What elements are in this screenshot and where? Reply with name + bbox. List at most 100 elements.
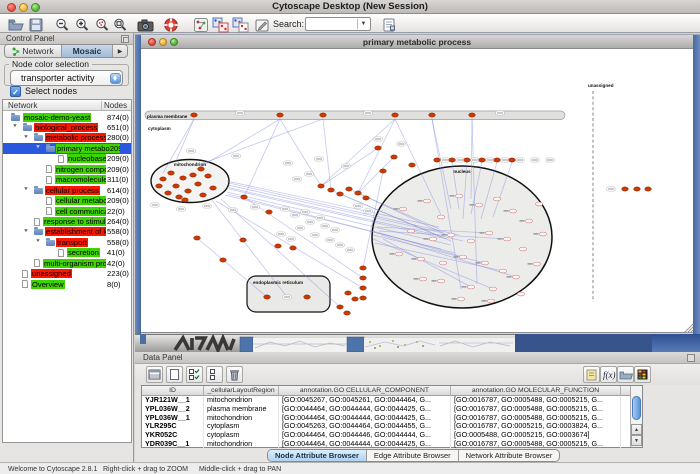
table-scrollbar-thumb[interactable] (632, 396, 641, 420)
file-icon (46, 197, 52, 205)
network-minimize-button[interactable] (159, 38, 167, 46)
help-button[interactable] (161, 15, 181, 35)
tree-col-network: Network (8, 100, 37, 111)
tree-row-label: unassigned (31, 269, 72, 278)
browser-tab-edge[interactable]: Edge Attribute Browser (367, 450, 459, 461)
table-cell: mitochondrion (204, 440, 279, 449)
table-cell: YDR039C__1 (142, 440, 204, 449)
table-col-header[interactable]: _cellularLayoutRegion (204, 386, 279, 396)
copy-network-button[interactable] (211, 15, 231, 35)
scroll-down-button[interactable]: ▼ (631, 435, 642, 446)
tree-row-label: metabolic process (45, 133, 106, 142)
expand-arrow-icon[interactable]: ▼ (35, 239, 41, 244)
data-panel-float-icon[interactable] (687, 354, 695, 362)
tree-row-primary-metabo[interactable]: ▼primary metabo209(... (3, 143, 131, 154)
network-close-button[interactable] (148, 38, 156, 46)
expand-arrow-icon[interactable]: ▼ (35, 145, 41, 150)
tree-row-cell-communicat[interactable]: cell communicat22(0) (3, 206, 131, 217)
scroll-up-button[interactable]: ▲ (631, 424, 642, 435)
network-window-titlebar[interactable]: primary metabolic process (141, 35, 693, 49)
tree-row-metabolic-process[interactable]: ▼metabolic process280(0) (3, 132, 131, 143)
save-button[interactable] (26, 15, 46, 35)
select-attributes-button[interactable] (146, 366, 163, 383)
tree-row-overview[interactable]: Overview8(0) (3, 279, 131, 290)
tab-network[interactable]: Network (5, 45, 62, 57)
table-cell: YJR121W__1 (142, 396, 204, 405)
tree-row-establishment-of-lo[interactable]: ▼establishment of lo558(0) (3, 226, 131, 237)
close-window-button[interactable] (7, 3, 16, 12)
zoom-selected-button[interactable] (92, 15, 112, 35)
table-col-header[interactable]: annotation.GO MOLECULAR_FUNCTION (451, 386, 621, 396)
session-note-button[interactable] (379, 15, 399, 35)
tree-row-secretion[interactable]: secretion41(0) (3, 247, 131, 258)
expand-arrow-icon[interactable]: ▼ (23, 187, 29, 192)
heatmap-button[interactable] (634, 366, 651, 383)
zoom-in-icon (74, 17, 90, 33)
zoom-in-button[interactable] (72, 15, 92, 35)
network-view-button[interactable] (191, 15, 211, 35)
tree-row-count: 651(0) (107, 123, 129, 132)
tree-row-cellular-process[interactable]: ▼cellular process614(0) (3, 185, 131, 196)
tree-row-unassigned[interactable]: unassigned223(0) (3, 268, 131, 279)
network-resize-grip[interactable] (684, 324, 693, 333)
unselect-all-attributes-button[interactable] (206, 366, 223, 383)
search-dropdown-arrow-icon[interactable]: ▼ (357, 19, 369, 29)
attribute-table[interactable]: ID_cellularLayoutRegionannotation.GO CEL… (141, 385, 643, 448)
open-file-button[interactable] (6, 15, 26, 35)
select-nodes-checkbox[interactable]: ✓ (10, 86, 21, 97)
network-canvas[interactable]: plasma membranecytoplasmmitochondrionnuc… (141, 49, 693, 333)
table-col-header[interactable]: annotation.GO CELLULAR_COMPONENT (279, 386, 451, 396)
attribute-notes-button[interactable] (583, 366, 600, 383)
tree-row-mosaic-demo-yeast[interactable]: mosaic-demo-yeast874(0) (3, 112, 131, 123)
tree-row-macromolecule[interactable]: macromolecule311(0) (3, 174, 131, 185)
table-row-ydr039c__1[interactable]: YDR039C__1mitochondrion[GO:0044464, GO:0… (142, 440, 642, 449)
delete-attribute-button[interactable] (226, 366, 243, 383)
snapshot-button[interactable] (135, 15, 155, 35)
table-row-ylr295c[interactable]: YLR295Ccytoplasm[GO:0045263, GO:0044464,… (142, 422, 642, 431)
search-input[interactable]: ▼ (305, 17, 371, 31)
zoom-fit-button[interactable] (110, 15, 130, 35)
data-panel-toolbar: f(x) (135, 364, 700, 385)
tree-row-transport[interactable]: ▼transport558(0) (3, 237, 131, 248)
zoom-fit-icon (112, 17, 128, 33)
tree-row-count: 209(0) (107, 154, 129, 163)
minimize-window-button[interactable] (19, 3, 28, 12)
select-all-attributes-button[interactable] (186, 366, 203, 383)
zoom-window-button[interactable] (31, 3, 40, 12)
table-row-ypl036w__2[interactable]: YPL036W__2plasma membrane[GO:0044464, GO… (142, 405, 642, 414)
dropdown-stepper-icon (110, 73, 121, 84)
expand-arrow-icon[interactable]: ▼ (12, 124, 18, 129)
save-icon (28, 17, 44, 33)
node-color-dropdown[interactable]: transporter activity (10, 70, 123, 86)
network-zoom-button[interactable] (170, 38, 178, 46)
tree-row-nucleobase-[interactable]: nucleobase-209(0) (3, 153, 131, 164)
table-row-ykr052c[interactable]: YKR052Ccytoplasm[GO:0044464, GO:0044446,… (142, 431, 642, 440)
annotation-button[interactable] (252, 15, 272, 35)
tree-row-multi-organism-pro[interactable]: multi-organism pro42(0) (3, 258, 131, 269)
expand-arrow-icon[interactable]: ▼ (23, 229, 29, 234)
folder-icon (46, 240, 55, 246)
tab-overflow-arrow[interactable]: ▶ (113, 45, 127, 57)
import-attributes-button[interactable] (617, 366, 634, 383)
float-panel-icon[interactable] (121, 35, 129, 43)
zoom-out-button[interactable] (52, 15, 72, 35)
tree-row-count: 614(0) (107, 186, 129, 195)
tree-row-cellular-metabo[interactable]: cellular metabo209(0) (3, 195, 131, 206)
browser-tab-network[interactable]: Network Attribute Browser (459, 450, 560, 461)
copy-attributes-button[interactable] (231, 15, 251, 35)
table-row-yjr121w__1[interactable]: YJR121W__1mitochondrion[GO:0045267, GO:0… (142, 396, 642, 405)
new-attribute-button[interactable] (166, 366, 183, 383)
tab-mosaic[interactable]: Mosaic (62, 45, 113, 57)
expand-arrow-icon[interactable]: ▼ (23, 134, 29, 139)
tree-row-biological-process[interactable]: ▼biological_process651(0) (3, 122, 131, 133)
tree-row-nitrogen-compo[interactable]: nitrogen compo209(0) (3, 164, 131, 175)
network-window-title: primary metabolic process (141, 35, 693, 49)
table-col-header[interactable]: ID (142, 386, 204, 396)
tree-row-label: macromolecule (55, 175, 106, 184)
tree-row-count: 558(0) (107, 238, 129, 247)
table-row-ypl036w__1[interactable]: YPL036W__1mitochondrion[GO:0044464, GO:0… (142, 414, 642, 423)
browser-tab-node[interactable]: Node Attribute Browser (268, 450, 367, 461)
tree-row-response-to-stimul[interactable]: response to stimul264(0) (3, 216, 131, 227)
function-builder-button[interactable]: f(x) (600, 366, 617, 383)
table-scrollbar[interactable]: ▲ ▼ (630, 386, 642, 447)
